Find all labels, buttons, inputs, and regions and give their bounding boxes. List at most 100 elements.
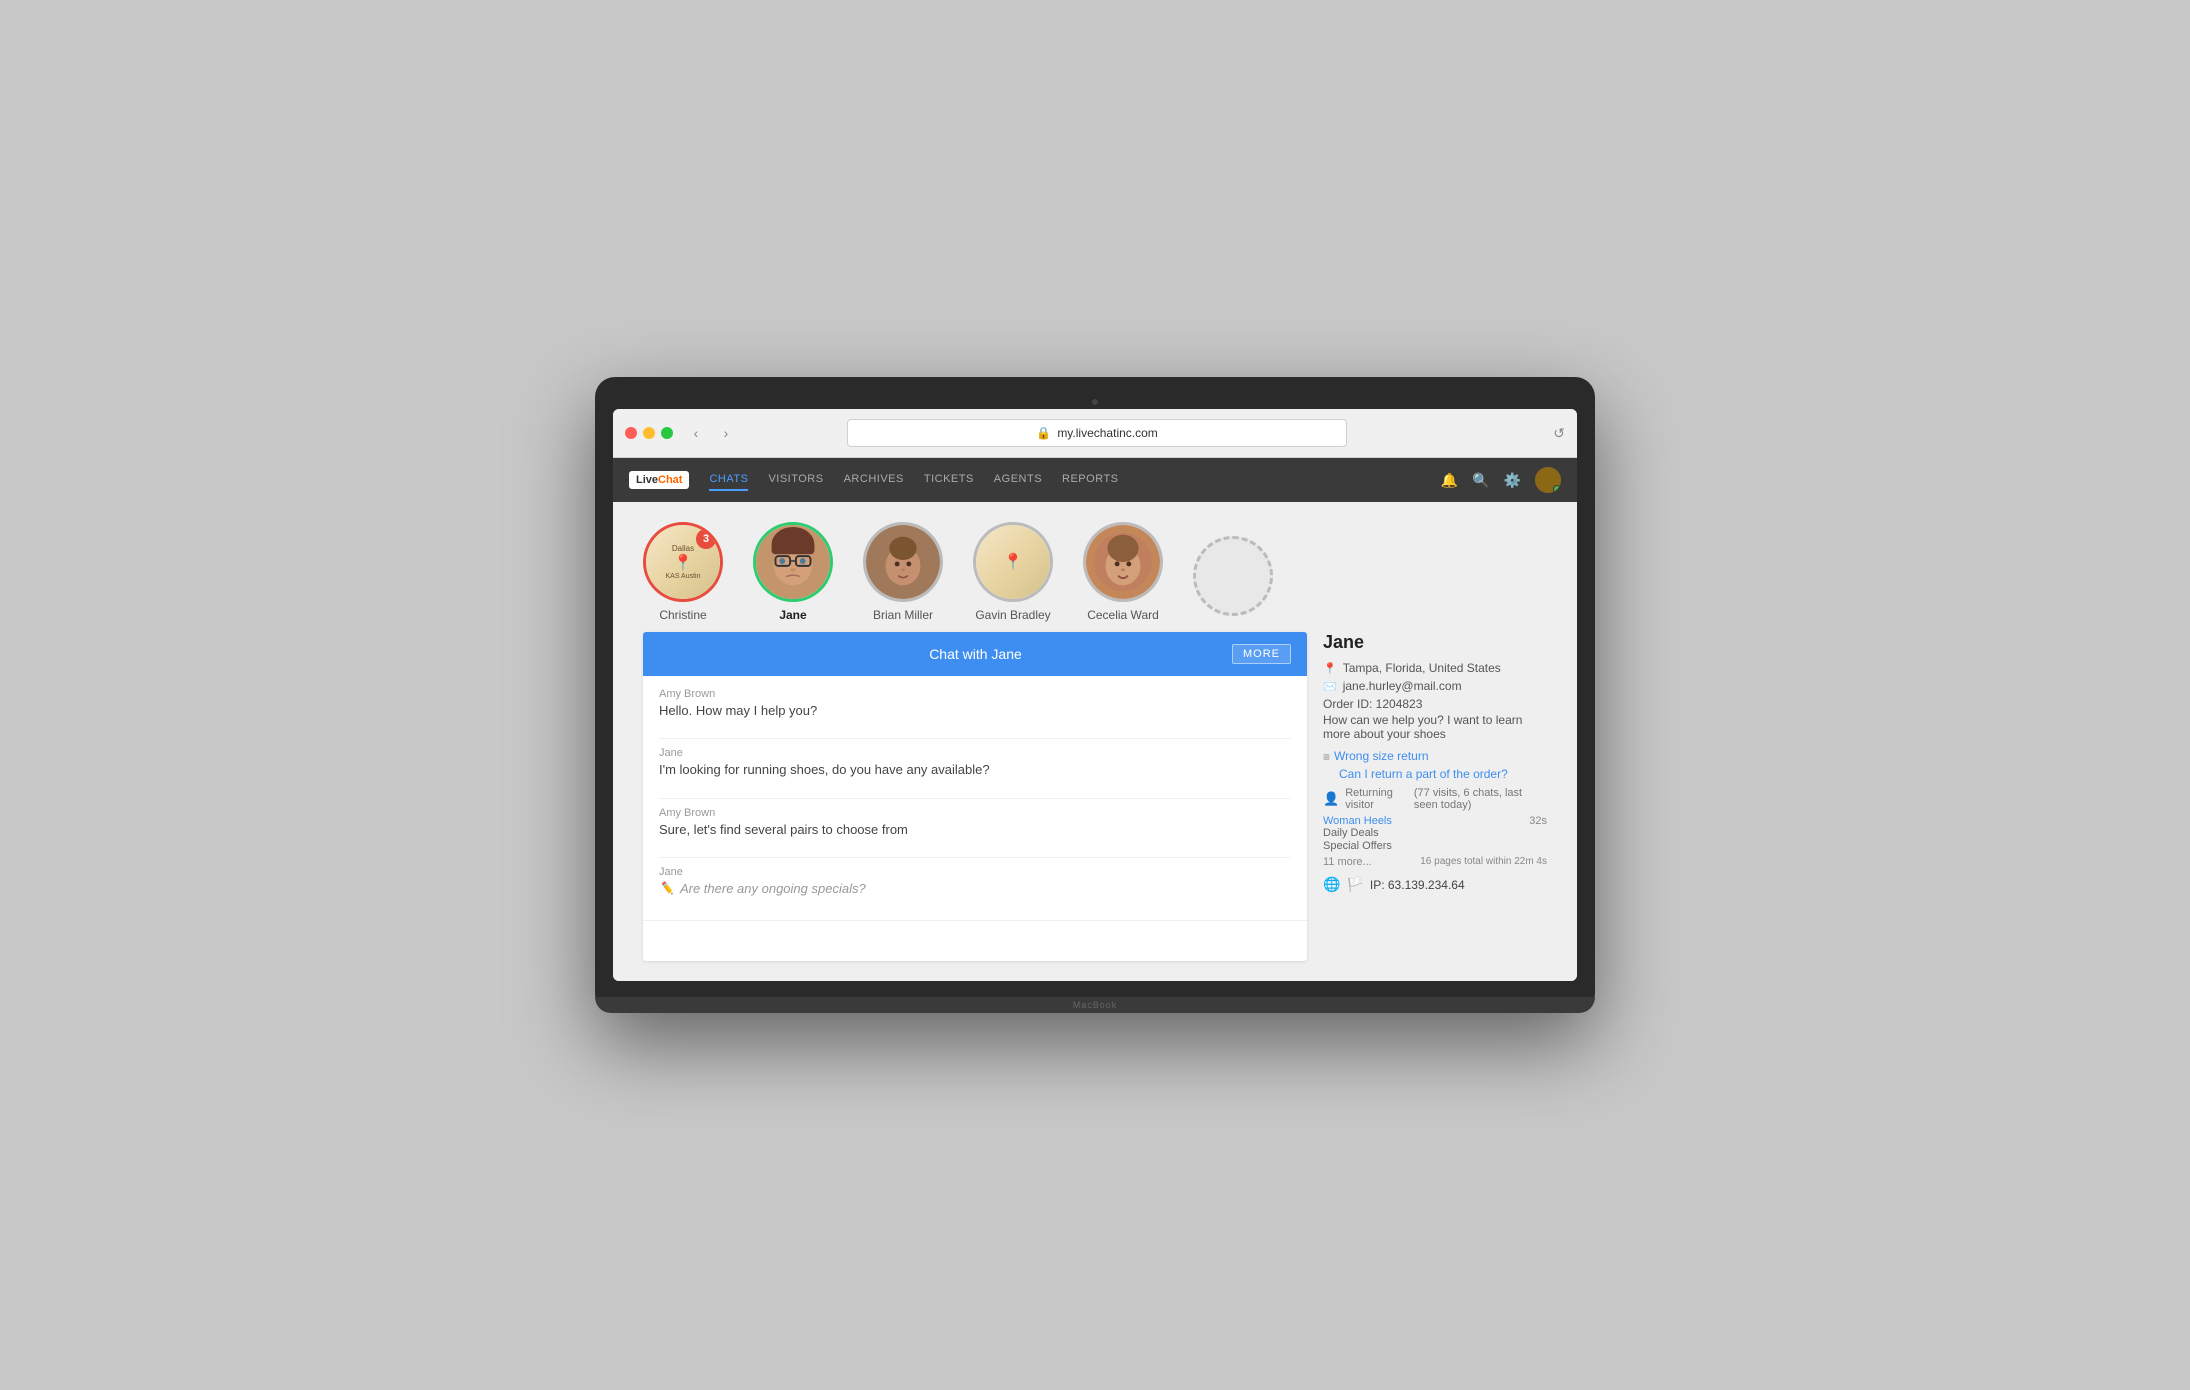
typing-icon: ✏️ xyxy=(659,880,674,897)
avatar-brian xyxy=(863,522,943,602)
message-text-3: Sure, let's find several pairs to choose… xyxy=(659,821,1291,839)
forward-button[interactable]: › xyxy=(713,420,739,446)
avatar-item-empty xyxy=(1193,536,1273,622)
nav-icons: 🔔 🔍 ⚙️ xyxy=(1441,467,1561,493)
avatar-item-gavin[interactable]: 📍 Gavin Bradley xyxy=(973,522,1053,622)
app-navigation: LiveChat CHATS VISITORS ARCHIVES TICKETS… xyxy=(613,458,1577,502)
page-link-woman-heels[interactable]: Woman Heels xyxy=(1323,815,1392,827)
url-text: my.livechatinc.com xyxy=(1057,426,1157,440)
avatar-cecelia xyxy=(1083,522,1163,602)
returning-visitor-badge: 👤 Returning visitor (77 visits, 6 chats,… xyxy=(1323,787,1547,811)
chat-input-field[interactable] xyxy=(659,931,1291,946)
avatar-item-cecelia[interactable]: Cecelia Ward xyxy=(1083,522,1163,622)
avatar-jane xyxy=(753,522,833,602)
avatar-name-jane: Jane xyxy=(779,608,806,622)
sidebar-visitor-name: Jane xyxy=(1323,632,1547,653)
browser-nav: ‹ › xyxy=(683,420,739,446)
location-icon: 📍 xyxy=(1323,662,1337,675)
sidebar-email: jane.hurley@mail.com xyxy=(1343,679,1462,693)
message-text-4: ✏️ Are there any ongoing specials? xyxy=(659,880,1291,898)
browser-chrome: ‹ › 🔒 my.livechatinc.com ↺ xyxy=(613,409,1577,458)
chat-header: Chat with Jane MORE xyxy=(643,632,1307,676)
sidebar-location: Tampa, Florida, United States xyxy=(1343,661,1501,675)
divider-2 xyxy=(659,798,1291,799)
chat-messages: Amy Brown Hello. How may I help you? Jan… xyxy=(643,676,1307,920)
user-avatar[interactable] xyxy=(1535,467,1561,493)
reload-button[interactable]: ↺ xyxy=(1553,425,1565,442)
sidebar-links-section: ≡ Wrong size return Can I return a part … xyxy=(1323,749,1547,781)
avatar-item-christine[interactable]: Dallas 📍 KAS Austin 3 Christine xyxy=(643,522,723,622)
avatar-item-jane[interactable]: Jane xyxy=(753,522,833,622)
avatar-name-christine: Christine xyxy=(659,608,706,622)
browser-dots xyxy=(625,427,673,439)
nav-reports[interactable]: REPORTS xyxy=(1062,469,1118,491)
maximize-dot[interactable] xyxy=(661,427,673,439)
chat-input-area xyxy=(643,920,1307,961)
time-woman-heels: 32s xyxy=(1529,815,1547,827)
close-dot[interactable] xyxy=(625,427,637,439)
sidebar-question: How can we help you? I want to learn mor… xyxy=(1323,713,1547,741)
sidebar-link-1[interactable]: Wrong size return xyxy=(1334,749,1428,763)
settings-icon[interactable]: ⚙️ xyxy=(1504,472,1521,489)
chat-badge-christine: 3 xyxy=(696,529,716,549)
lock-icon: 🔒 xyxy=(1036,426,1051,440)
returning-icon: 👤 xyxy=(1323,791,1339,807)
back-button[interactable]: ‹ xyxy=(683,420,709,446)
message-group-2: Jane I'm looking for running shoes, do y… xyxy=(659,747,1291,779)
sidebar-link-2[interactable]: Can I return a part of the order? xyxy=(1339,767,1547,781)
flag-icon-2: 🏳️ xyxy=(1346,876,1363,893)
returning-label: Returning visitor xyxy=(1345,787,1408,811)
divider-3 xyxy=(659,857,1291,858)
message-text-1: Hello. How may I help you? xyxy=(659,702,1291,720)
avatar-gavin: 📍 xyxy=(973,522,1053,602)
returning-visits: (77 visits, 6 chats, last seen today) xyxy=(1414,787,1547,811)
page-special-offers: Special Offers xyxy=(1323,840,1547,852)
more-button[interactable]: MORE xyxy=(1232,644,1291,664)
email-icon: ✉️ xyxy=(1323,680,1337,693)
page-daily-deals: Daily Deals xyxy=(1323,827,1547,839)
chat-header-title: Chat with Jane xyxy=(719,646,1232,662)
avatar-name-brian: Brian Miller xyxy=(873,608,933,622)
nav-chats[interactable]: CHATS xyxy=(709,469,748,491)
message-sender-4: Jane xyxy=(659,866,1291,878)
message-group-3: Amy Brown Sure, let's find several pairs… xyxy=(659,807,1291,839)
nav-visitors[interactable]: VISITORS xyxy=(768,469,823,491)
message-sender-2: Jane xyxy=(659,747,1291,759)
ip-row: 🌐 🏳️ IP: 63.139.234.64 xyxy=(1323,876,1547,893)
avatar-name-gavin: Gavin Bradley xyxy=(975,608,1050,622)
message-sender-1: Amy Brown xyxy=(659,688,1291,700)
main-content: Dallas 📍 KAS Austin 3 Christine xyxy=(613,502,1577,981)
nav-archives[interactable]: ARCHIVES xyxy=(844,469,904,491)
message-text-2: I'm looking for running shoes, do you ha… xyxy=(659,761,1291,779)
avatar-item-brian[interactable]: Brian Miller xyxy=(863,522,943,622)
message-group-4: Jane ✏️ Are there any ongoing specials? xyxy=(659,866,1291,898)
message-sender-3: Amy Brown xyxy=(659,807,1291,819)
search-icon[interactable]: 🔍 xyxy=(1472,472,1489,489)
pages-total-text: 16 pages total within 22m 4s xyxy=(1420,856,1547,868)
sidebar-email-row: ✉️ jane.hurley@mail.com xyxy=(1323,679,1547,693)
ip-address: IP: 63.139.234.64 xyxy=(1370,878,1465,892)
chat-panel: Chat with Jane MORE Amy Brown Hello. How… xyxy=(643,632,1307,961)
message-group-1: Amy Brown Hello. How may I help you? xyxy=(659,688,1291,720)
sidebar-location-row: 📍 Tampa, Florida, United States xyxy=(1323,661,1547,675)
more-pages-text: 11 more... xyxy=(1323,856,1372,868)
page-info-woman-heels: Woman Heels 32s xyxy=(1323,815,1547,827)
nav-links: CHATS VISITORS ARCHIVES TICKETS AGENTS R… xyxy=(709,469,1440,491)
nav-tickets[interactable]: TICKETS xyxy=(924,469,974,491)
nav-agents[interactable]: AGENTS xyxy=(994,469,1042,491)
avatar-name-cecelia: Cecelia Ward xyxy=(1087,608,1159,622)
notifications-icon[interactable]: 🔔 xyxy=(1441,472,1458,489)
divider-1 xyxy=(659,738,1291,739)
flag-icon-1: 🌐 xyxy=(1323,876,1340,893)
chat-and-sidebar: Chat with Jane MORE Amy Brown Hello. How… xyxy=(613,632,1577,981)
typing-text: Are there any ongoing specials? xyxy=(680,880,866,898)
avatar-christine: Dallas 📍 KAS Austin 3 xyxy=(643,522,723,602)
sidebar-order: Order ID: 1204823 xyxy=(1323,697,1547,711)
livechat-logo: LiveChat xyxy=(629,471,689,489)
address-bar[interactable]: 🔒 my.livechatinc.com xyxy=(847,419,1347,447)
chat-avatars-row: Dallas 📍 KAS Austin 3 Christine xyxy=(613,502,1577,632)
link-icon-1: ≡ xyxy=(1323,750,1330,764)
online-status-dot xyxy=(1553,485,1561,493)
minimize-dot[interactable] xyxy=(643,427,655,439)
avatar-empty xyxy=(1193,536,1273,616)
